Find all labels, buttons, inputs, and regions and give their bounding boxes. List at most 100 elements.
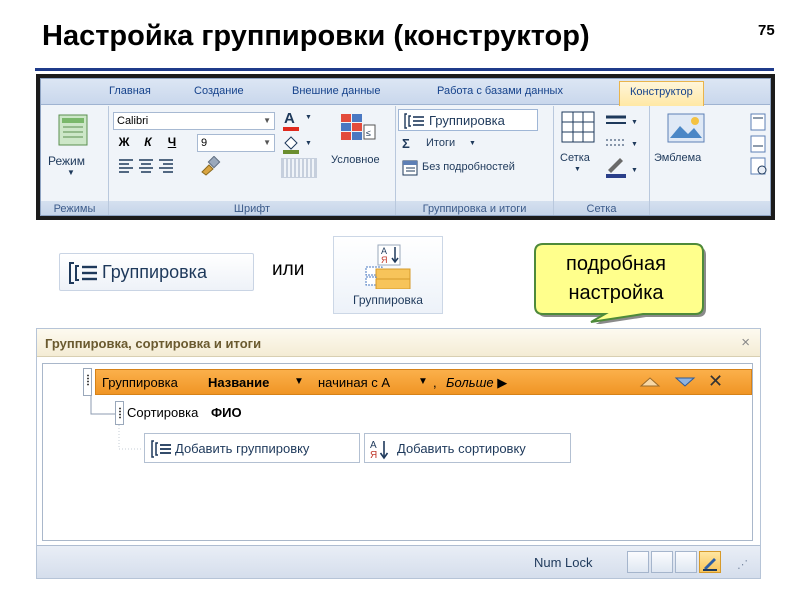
or-label: или [272, 259, 305, 280]
sort-field-select[interactable]: ФИО [211, 405, 242, 420]
sort-row-drag-handle[interactable] [115, 401, 124, 425]
fill-color-button[interactable]: ▼ [281, 134, 317, 156]
add-group-button[interactable]: Добавить группировку [144, 433, 360, 463]
chevron-down-icon: ▼ [263, 138, 271, 147]
tab-design[interactable]: Конструктор [619, 81, 704, 106]
svg-text:▼: ▼ [631, 141, 638, 148]
font-name-value: Calibri [117, 115, 149, 127]
tab-create[interactable]: Создание [194, 85, 244, 97]
report-view-icon[interactable] [651, 551, 673, 573]
tab-external-data[interactable]: Внешние данные [292, 85, 380, 97]
callout-line-1: подробная [566, 253, 666, 275]
form-view-icon[interactable] [627, 551, 649, 573]
font-group: Calibri ▼ Ж К Ч 9 ▼ А ▼ ▼ ≤ Условное Шри… [109, 106, 396, 215]
font-group-label: Шрифт [109, 201, 395, 215]
add-group-label: Добавить группировку [175, 441, 310, 456]
resize-grip-icon[interactable]: ⋰ [737, 558, 748, 571]
delete-icon[interactable]: ✕ [708, 371, 723, 392]
paint-bucket-icon [283, 136, 299, 154]
ribbon: Главная Создание Внешние данные Работа с… [40, 78, 771, 216]
group-sort-icon [404, 113, 424, 129]
design-view-icon[interactable] [699, 551, 721, 573]
group-button-large-label: Группировка [353, 293, 423, 307]
tab-database-tools[interactable]: Работа с базами данных [437, 85, 563, 97]
font-size-combo[interactable]: 9 ▼ [197, 134, 275, 152]
chevron-down-icon: ▼ [263, 116, 271, 125]
conditional-format-button[interactable]: ≤ Условное [331, 112, 391, 196]
chevron-down-icon: ▼ [305, 114, 312, 121]
close-icon[interactable]: × [741, 334, 750, 351]
chevron-down-icon[interactable]: ▼ [294, 376, 304, 387]
gridlines-label: Сетка [560, 152, 590, 164]
grouping-group-label: Группировка и итоги [396, 201, 553, 215]
gridlines-button[interactable]: Сетка ▼ [556, 110, 600, 182]
totals-button[interactable]: Σ Итоги ▼ [400, 136, 500, 154]
svg-text:▼: ▼ [631, 119, 638, 126]
tab-home[interactable]: Главная [109, 85, 151, 97]
views-group: Режим ▼ Режимы [41, 106, 109, 215]
chevron-down-icon: ▼ [469, 140, 476, 147]
svg-text:Я: Я [381, 255, 388, 265]
sort-row-prefix: Сортировка [127, 405, 199, 420]
font-name-combo[interactable]: Calibri ▼ [113, 112, 275, 130]
chevron-down-icon: ▼ [67, 168, 75, 177]
mode-button[interactable]: Режим ▼ [47, 112, 101, 196]
hide-details-button[interactable]: Без подробностей [400, 160, 550, 178]
move-up-icon[interactable] [639, 375, 661, 389]
group-and-sort-button[interactable]: Группировка [398, 109, 538, 131]
header-footer-icons[interactable] [748, 112, 770, 182]
title-rule [35, 68, 774, 71]
group-row-drag-handle[interactable] [83, 368, 92, 396]
line-style-icons[interactable]: ▼ ▼ ▼ [604, 112, 646, 182]
picture-icon [667, 113, 705, 143]
move-down-icon[interactable] [674, 375, 696, 389]
num-lock-indicator: Num Lock [534, 555, 593, 570]
svg-text:▼: ▼ [631, 167, 638, 174]
logo-button[interactable]: Эмблема [654, 112, 720, 182]
print-preview-icon[interactable] [675, 551, 697, 573]
gridlines-group-label: Сетка [554, 201, 649, 215]
group-sort-icon [69, 262, 97, 284]
controls-group-label [650, 201, 770, 215]
more-options-link[interactable]: Больше ▶ [446, 375, 507, 391]
underline-button[interactable]: Ч [163, 134, 181, 151]
font-size-value: 9 [201, 137, 208, 149]
group-field-select[interactable]: Название [208, 375, 269, 390]
add-sort-label: Добавить сортировку [397, 441, 526, 456]
hide-details-label: Без подробностей [422, 161, 515, 173]
gridlines-group: Сетка ▼ ▼ ▼ ▼ Сетка [554, 106, 650, 215]
font-color-letter: А [284, 110, 295, 127]
align-buttons-icon[interactable] [117, 157, 177, 175]
controls-group: Эмблема [650, 106, 770, 215]
sort-row-fio[interactable]: Сортировка ФИО [127, 401, 327, 425]
grid-icon [561, 111, 595, 143]
status-bar: Num Lock ⋰ [37, 545, 760, 578]
group-button-wide-label: Группировка [102, 262, 207, 282]
font-color-button[interactable]: А ▼ [281, 110, 317, 132]
group-sort-pane: Группировка, сортировка и итоги × Группи… [36, 328, 761, 579]
group-and-sort-label: Группировка [429, 113, 505, 128]
add-sort-button[interactable]: А Я Добавить сортировку [364, 433, 571, 463]
ribbon-tabs: Главная Создание Внешние данные Работа с… [41, 79, 770, 106]
pencil-icon [703, 558, 717, 571]
group-button-large[interactable]: А Я Группировка [333, 236, 443, 314]
slide-number: 75 [758, 22, 775, 39]
conditional-format-label: Условное [331, 154, 380, 166]
group-sort-icon [151, 440, 171, 458]
format-painter-icon[interactable] [199, 156, 221, 176]
chevron-down-icon: ▼ [574, 166, 581, 173]
slide-title: Настройка группировки (конструктор) [42, 20, 590, 52]
group-button-wide[interactable]: Группировка [59, 253, 254, 291]
pane-header: Группировка, сортировка и итоги × [37, 329, 760, 357]
font-color-swatch [283, 127, 299, 131]
gridline-color-button[interactable] [281, 158, 317, 178]
italic-button[interactable]: К [139, 134, 157, 151]
group-row-name[interactable]: Группировка Название ▼ начиная с А ▼ , Б… [95, 369, 752, 395]
callout-text: подробная настройка [531, 250, 701, 308]
sort-order-select[interactable]: начиная с А [318, 375, 390, 390]
bold-button[interactable]: Ж [115, 134, 133, 151]
logo-label: Эмблема [654, 152, 702, 164]
conditional-format-icon: ≤ [341, 114, 376, 140]
chevron-down-icon: ▼ [305, 140, 312, 147]
chevron-down-icon[interactable]: ▼ [418, 376, 428, 387]
